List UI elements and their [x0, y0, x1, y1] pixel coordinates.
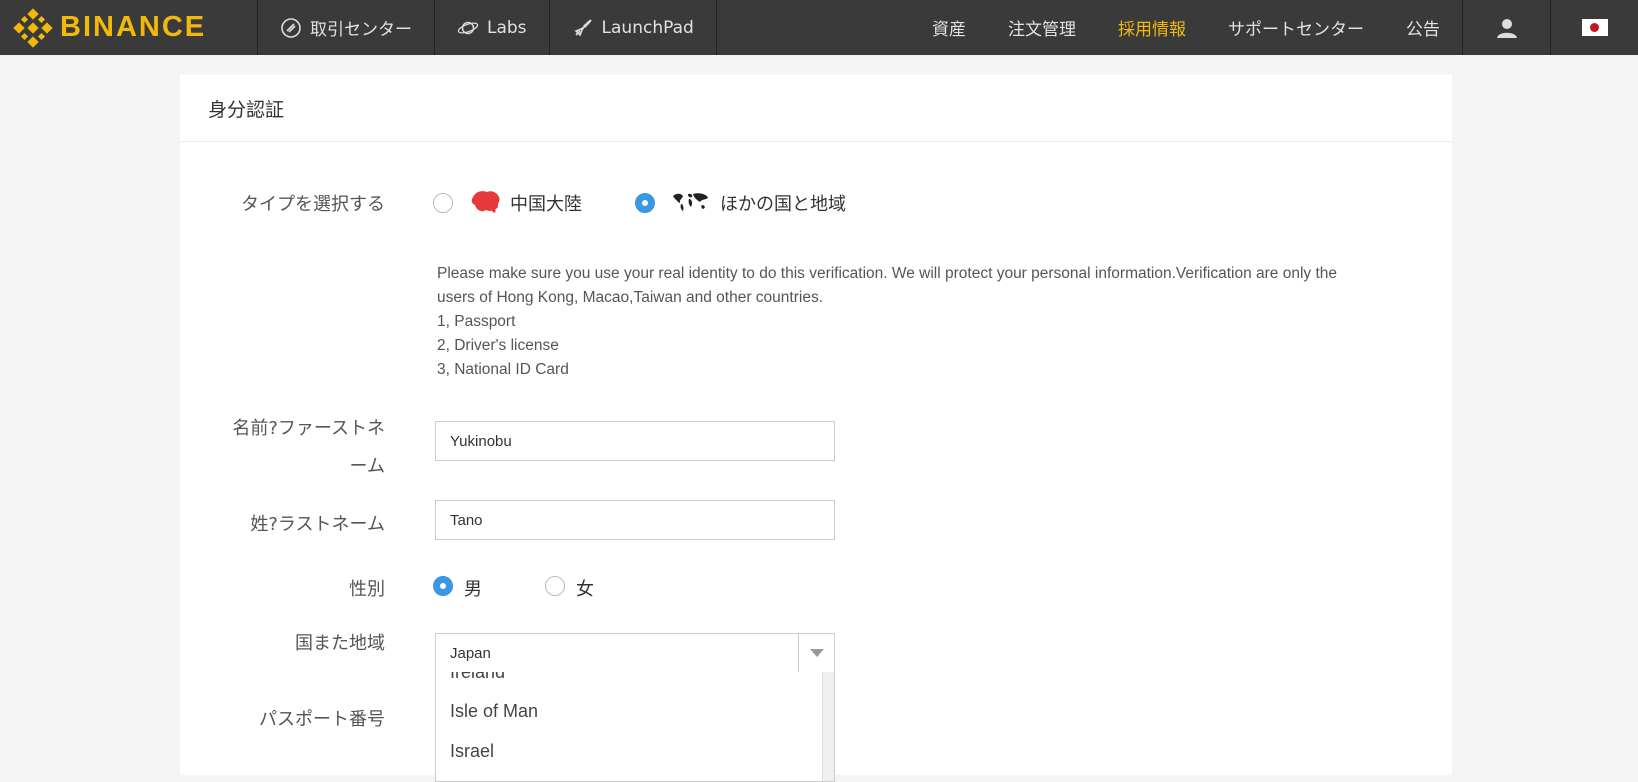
dropdown-option[interactable]: Isle of Man: [450, 701, 538, 722]
nav-launchpad-label: LaunchPad: [601, 17, 694, 38]
nav-launchpad[interactable]: LaunchPad: [550, 0, 717, 55]
planet-icon: [457, 17, 479, 39]
country-dropdown-list[interactable]: Ireland Isle of Man Israel: [435, 672, 835, 782]
first-name-label-line1: 名前?ファーストネ: [232, 418, 385, 439]
country-label: 国また地域: [295, 633, 385, 654]
type-option-other-label: ほかの国と地域: [720, 194, 846, 215]
identity-verification-card: 身分認証 タイプを選択する 中国大陸 ほかの国と地域 Please make s…: [180, 75, 1452, 782]
top-navbar: BINANCE 取引センター Labs LaunchPad 資産 注文管理 採用…: [0, 0, 1638, 55]
dropdown-option[interactable]: Ireland: [450, 672, 505, 683]
passport-label: パスポート番号: [259, 709, 385, 730]
type-radio-other[interactable]: [635, 193, 655, 213]
world-map-icon: [673, 193, 708, 211]
info-line: 3, National ID Card: [437, 361, 569, 378]
user-icon: [1496, 18, 1517, 38]
nav-careers[interactable]: 採用情報: [1097, 0, 1207, 55]
info-line: 2, Driver's license: [437, 337, 559, 354]
nav-assets[interactable]: 資産: [911, 0, 987, 55]
nav-support[interactable]: サポートセンター: [1207, 0, 1385, 55]
brand-logo[interactable]: BINANCE: [0, 0, 258, 55]
type-option-china-label: 中国大陸: [510, 194, 582, 215]
gender-radio-male[interactable]: [433, 576, 453, 596]
first-name-label: 名前?ファーストネ ーム: [232, 410, 385, 486]
first-name-label-line2: ーム: [349, 456, 385, 477]
last-name-label: 姓?ラストネーム: [250, 514, 385, 535]
verification-info: Please make sure you use your real ident…: [437, 262, 1357, 382]
chevron-down-icon[interactable]: [798, 634, 834, 672]
info-line: users of Hong Kong, Macao,Taiwan and oth…: [437, 289, 824, 306]
nav-exchange[interactable]: 取引センター: [258, 0, 435, 55]
info-line: Please make sure you use your real ident…: [437, 265, 1338, 282]
last-name-field[interactable]: Tano: [435, 500, 835, 540]
gender-female-label: 女: [576, 579, 594, 600]
dropdown-option[interactable]: Israel: [450, 741, 494, 762]
gender-radio-female[interactable]: [545, 576, 565, 596]
gender-label: 性別: [349, 579, 385, 600]
japan-flag-icon: [1581, 19, 1608, 36]
nav-exchange-label: 取引センター: [310, 20, 412, 40]
first-name-field[interactable]: Yukinobu: [435, 421, 835, 461]
rocket-icon: [572, 17, 594, 39]
type-label: タイプを選択する: [241, 194, 385, 215]
nav-labs-label: Labs: [487, 17, 527, 38]
exchange-icon: [280, 17, 302, 39]
nav-labs[interactable]: Labs: [435, 0, 550, 55]
country-select-value: Japan: [450, 644, 491, 662]
dropdown-scrollbar[interactable]: [822, 672, 834, 781]
info-line: 1, Passport: [437, 313, 516, 330]
nav-orders[interactable]: 注文管理: [987, 0, 1097, 55]
nav-announcements[interactable]: 公告: [1385, 0, 1462, 55]
country-select[interactable]: Japan: [435, 633, 835, 673]
brand-name: BINANCE: [60, 11, 207, 43]
gender-male-label: 男: [464, 579, 482, 600]
language-selector[interactable]: [1550, 0, 1638, 55]
type-radio-china[interactable]: [433, 193, 453, 213]
binance-logo-icon: [13, 7, 53, 48]
page-title: 身分認証: [180, 75, 1452, 142]
user-menu[interactable]: [1462, 0, 1550, 55]
china-map-icon: [471, 191, 500, 213]
